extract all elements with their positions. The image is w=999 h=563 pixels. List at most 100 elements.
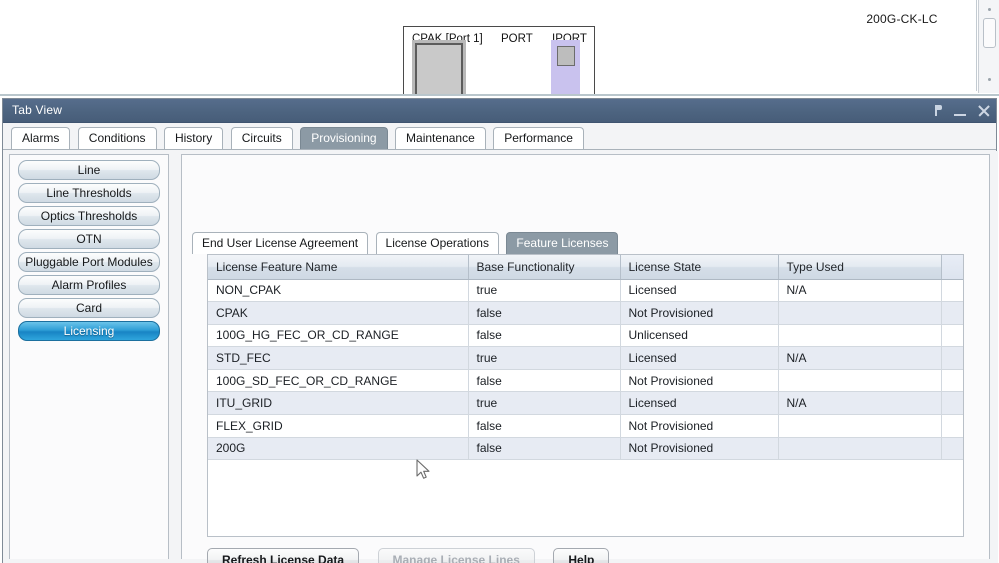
feature-licenses-table-container: License Feature Name Base Functionality …	[207, 254, 964, 537]
cell-license-feature-name: 200G	[208, 437, 469, 461]
cell-base-functionality: false	[468, 369, 621, 393]
cell-spacer	[941, 324, 963, 348]
card-graphic[interactable]: 200G-CK-LC CPAK [Port 1] PORT IPORT	[403, 12, 937, 94]
tab-provisioning[interactable]: Provisioning	[300, 127, 388, 150]
cell-type-used	[778, 369, 942, 393]
card-panel-scrollbar-thumb[interactable]	[983, 18, 996, 48]
tab-conditions[interactable]: Conditions	[77, 127, 157, 150]
table-row[interactable]: 100G_HG_FEC_OR_CD_RANGE false Unlicensed	[208, 324, 963, 348]
tab-performance[interactable]: Performance	[493, 127, 584, 150]
cell-license-state: Licensed	[620, 391, 779, 416]
sidebar-item-line[interactable]: Line	[18, 160, 160, 180]
cell-base-functionality: false	[468, 324, 621, 348]
cell-type-used: N/A	[778, 279, 942, 303]
sidebar-item-pluggable-port-modules[interactable]: Pluggable Port Modules	[18, 252, 160, 272]
cell-type-used	[778, 414, 942, 438]
cell-license-state: Unlicensed	[620, 324, 779, 348]
table-body: NON_CPAK true Licensed N/A CPAK false Not Prov…	[208, 279, 963, 461]
sidebar-item-otn[interactable]: OTN	[18, 229, 160, 249]
cell-base-functionality: false	[468, 437, 621, 461]
pin-icon[interactable]	[930, 102, 944, 120]
port-label-port: PORT	[501, 33, 533, 45]
tab-license-operations[interactable]: License Operations	[375, 232, 499, 254]
cell-type-used: N/A	[778, 391, 942, 416]
cell-spacer	[941, 279, 963, 303]
tab-alarms[interactable]: Alarms	[11, 127, 71, 150]
table-row[interactable]: CPAK false Not Provisioned	[208, 301, 963, 325]
window-controls	[930, 99, 990, 123]
cell-license-state: Not Provisioned	[620, 369, 779, 393]
cell-license-feature-name: FLEX_GRID	[208, 414, 469, 438]
iport-slot-chip	[557, 46, 575, 66]
sidebar-item-licensing[interactable]: Licensing	[18, 321, 160, 341]
column-header-license-feature-name[interactable]: License Feature Name	[208, 255, 469, 280]
card-graphic-panel: 200G-CK-LC CPAK [Port 1] PORT IPORT	[0, 0, 999, 96]
cell-base-functionality: true	[468, 391, 621, 416]
cell-spacer	[941, 391, 963, 416]
cell-license-state: Not Provisioned	[620, 414, 779, 438]
cell-type-used	[778, 437, 942, 461]
card-graphic-canvas: 200G-CK-LC CPAK [Port 1] PORT IPORT	[0, 0, 977, 94]
action-button-row: Refresh License Data Manage License Line…	[207, 548, 964, 563]
table-row[interactable]: ITU_GRID true Licensed N/A	[208, 391, 963, 416]
card-panel-scrollbar[interactable]	[978, 0, 999, 93]
refresh-license-data-button[interactable]: Refresh License Data	[207, 548, 360, 563]
cell-base-functionality: true	[468, 346, 621, 370]
scroll-marker-bottom	[988, 78, 991, 81]
sidebar-item-optics-thresholds[interactable]: Optics Thresholds	[18, 206, 160, 226]
cell-license-feature-name: 100G_HG_FEC_OR_CD_RANGE	[208, 324, 469, 348]
cell-spacer	[941, 414, 963, 438]
tab-view-window: Tab View Alarms Conditions History Circu…	[2, 98, 998, 563]
cell-type-used: N/A	[778, 346, 942, 370]
table-row[interactable]: NON_CPAK true Licensed N/A	[208, 279, 963, 303]
column-header-spacer	[941, 255, 963, 280]
table-row[interactable]: STD_FEC true Licensed N/A	[208, 346, 963, 370]
manage-license-lines-button: Manage License Lines	[377, 548, 535, 563]
licensing-tab-bar: End User License Agreement License Opera…	[192, 232, 981, 254]
column-header-base-functionality[interactable]: Base Functionality	[468, 255, 621, 280]
table-row[interactable]: 200G false Not Provisioned	[208, 437, 963, 461]
feature-licenses-table: License Feature Name Base Functionality …	[208, 255, 963, 461]
window-titlebar: Tab View	[3, 99, 996, 123]
tab-feature-licenses[interactable]: Feature Licenses	[506, 232, 619, 254]
column-header-license-state[interactable]: License State	[620, 255, 779, 280]
cell-base-functionality: true	[468, 279, 621, 303]
sidebar-item-line-thresholds[interactable]: Line Thresholds	[18, 183, 160, 203]
column-header-type-used[interactable]: Type Used	[778, 255, 942, 280]
cell-license-feature-name: ITU_GRID	[208, 391, 469, 416]
provisioning-pane: Line Line Thresholds Optics Thresholds O…	[3, 151, 998, 563]
minimize-icon[interactable]	[953, 102, 967, 120]
table-row[interactable]: FLEX_GRID false Not Provisioned	[208, 414, 963, 438]
provisioning-sidebar: Line Line Thresholds Optics Thresholds O…	[9, 154, 169, 559]
cell-spacer	[941, 301, 963, 325]
window-title: Tab View	[12, 103, 63, 117]
table-header-row: License Feature Name Base Functionality …	[208, 255, 963, 280]
scroll-marker-top	[988, 8, 991, 11]
cell-license-feature-name: 100G_SD_FEC_OR_CD_RANGE	[208, 369, 469, 393]
cell-license-state: Not Provisioned	[620, 437, 779, 461]
cell-base-functionality: false	[468, 301, 621, 325]
tab-end-user-license-agreement[interactable]: End User License Agreement	[192, 232, 369, 254]
table-row[interactable]: 100G_SD_FEC_OR_CD_RANGE false Not Provisio…	[208, 369, 963, 393]
help-button[interactable]: Help	[553, 548, 610, 563]
sidebar-item-card[interactable]: Card	[18, 298, 160, 318]
main-tab-bar: Alarms Conditions History Circuits Provi…	[3, 123, 996, 150]
licensing-panel: End User License Agreement License Opera…	[181, 154, 990, 563]
tab-maintenance[interactable]: Maintenance	[395, 127, 486, 150]
cell-license-feature-name: NON_CPAK	[208, 279, 469, 303]
cell-spacer	[941, 346, 963, 370]
sidebar-item-alarm-profiles[interactable]: Alarm Profiles	[18, 275, 160, 295]
cell-base-functionality: false	[468, 414, 621, 438]
cell-type-used	[778, 301, 942, 325]
close-icon[interactable]	[976, 102, 990, 120]
cell-spacer	[941, 369, 963, 393]
cell-license-feature-name: STD_FEC	[208, 346, 469, 370]
cell-license-state: Licensed	[620, 346, 779, 370]
cpak-slot[interactable]	[415, 43, 463, 94]
screen: 200G-CK-LC CPAK [Port 1] PORT IPORT Tab …	[0, 0, 999, 563]
tab-circuits[interactable]: Circuits	[230, 127, 293, 150]
feature-licenses-table-scroll[interactable]: License Feature Name Base Functionality …	[208, 255, 963, 461]
tab-history[interactable]: History	[163, 127, 224, 150]
cell-type-used	[778, 324, 942, 348]
card-title: 200G-CK-LC	[866, 12, 938, 26]
